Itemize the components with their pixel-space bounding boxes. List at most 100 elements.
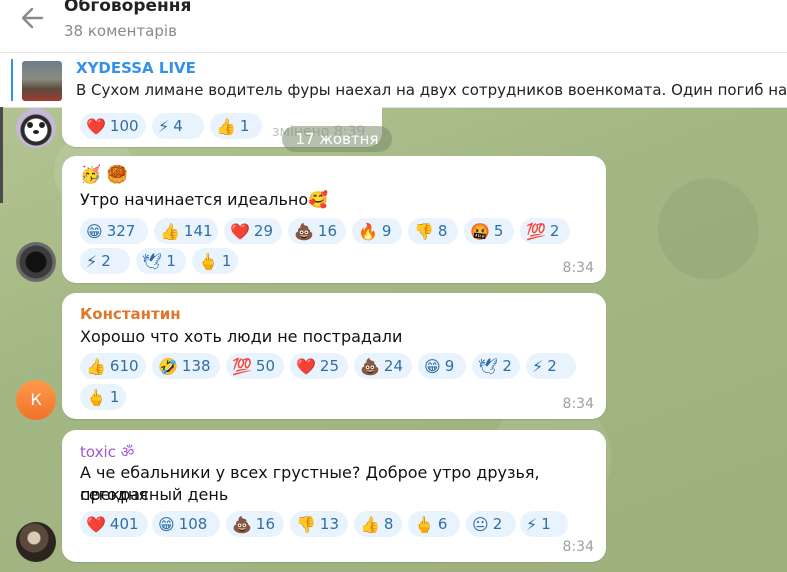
reaction-count: 1 (109, 388, 120, 406)
reaction-chip[interactable]: ❤️ 25 (290, 353, 348, 379)
pinned-thumbnail (22, 61, 62, 101)
reaction-count: 2 (549, 222, 560, 240)
reaction-count: 4 (173, 117, 183, 135)
reaction-chip[interactable]: 👍 610 (80, 353, 146, 379)
reaction-count: 29 (253, 222, 274, 240)
reaction-chip[interactable]: 👎 8 (408, 218, 458, 244)
reaction-count: 8 (383, 515, 394, 533)
pinned-post[interactable]: XYDESSA LIVE В Сухом лимане водитель фур… (0, 53, 787, 108)
reaction-chip[interactable]: 🔥 9 (352, 218, 402, 244)
reaction-count: 327 (106, 222, 136, 240)
message-author[interactable]: toxic ॐ (80, 442, 134, 462)
avatar-dark-user[interactable] (16, 242, 56, 282)
reaction-chip[interactable]: 🖕 1 (80, 384, 126, 410)
reaction-chip[interactable]: 😁 9 (418, 353, 466, 379)
window-edge (0, 107, 3, 203)
reaction-emoji: 🖕 (86, 387, 106, 407)
reaction-emoji: 🔥 (358, 221, 378, 241)
reaction-count: 610 (109, 357, 139, 375)
reaction-emoji: ❤️ (296, 356, 316, 376)
reaction-chip[interactable]: 👎 13 (290, 511, 348, 537)
reaction-emoji: 😁 (424, 356, 441, 376)
reaction-count: 141 (183, 222, 213, 240)
reaction-emoji: 👍 (216, 116, 236, 136)
reaction-emoji: 👍 (360, 514, 380, 534)
reaction-count: 2 (492, 515, 503, 533)
reaction-emoji: 💩 (294, 221, 314, 241)
reaction-emoji: 🤣 (158, 356, 178, 376)
reaction-emoji: 🤬 (470, 221, 490, 241)
message-time: 8:34 (562, 260, 594, 276)
reaction-chip[interactable]: 🤬 5 (464, 218, 514, 244)
reaction-count: 9 (381, 222, 392, 240)
reaction-chip[interactable]: ⚡ 4 (152, 113, 204, 139)
reaction-chip[interactable]: ❤️ 401 (80, 511, 148, 537)
message-text: Хорошо что хоть люди не пострадали (80, 327, 403, 346)
avatar-photo[interactable] (16, 522, 56, 562)
reaction-chip[interactable]: 💩 16 (226, 511, 284, 537)
reaction-emoji: 🖕 (198, 251, 218, 271)
message-time: 8:34 (562, 396, 594, 412)
reaction-count: 1 (166, 252, 176, 270)
reaction-chip[interactable]: ❤️ 29 (224, 218, 282, 244)
reaction-chip[interactable]: 💩 24 (354, 353, 412, 379)
reaction-chip[interactable]: 👍 141 (154, 218, 218, 244)
reaction-chip[interactable]: ⚡ 2 (526, 353, 576, 379)
reaction-chip[interactable]: ❤️ 100 (80, 113, 146, 139)
reaction-emoji: ⚡ (532, 356, 544, 376)
reaction-count: 1 (541, 515, 551, 533)
reaction-emoji: 😁 (158, 514, 175, 534)
reaction-chip[interactable]: 💯 50 (226, 353, 284, 379)
comment-count: 38 коментарів (64, 22, 177, 40)
pinned-source-name: XYDESSA LIVE (76, 59, 196, 77)
reaction-chip[interactable]: 😐 2 (466, 511, 516, 537)
reaction-count: 138 (181, 357, 211, 375)
reaction-count: 16 (317, 222, 338, 240)
reaction-chip[interactable]: 😁 327 (80, 218, 148, 244)
reaction-chip[interactable]: 👍 8 (354, 511, 402, 537)
reaction-emoji: ❤️ (230, 221, 250, 241)
avatar-panda[interactable] (16, 108, 56, 148)
reaction-chip[interactable]: 🖕 1 (192, 248, 238, 274)
avatar-initial: К (30, 390, 42, 409)
reaction-chip[interactable]: 👍 1 (210, 113, 262, 139)
reaction-chip[interactable]: 🖕 6 (408, 511, 460, 537)
reaction-emoji: 🕊 (142, 251, 163, 271)
reaction-chip[interactable]: 💩 16 (288, 218, 346, 244)
reaction-chip[interactable]: 💯 2 (520, 218, 570, 244)
reaction-chip[interactable]: 🕊 1 (136, 248, 186, 274)
message-text-line2: прекрасный день (80, 485, 229, 504)
chat-header: Обговорення 38 коментарів (0, 0, 787, 53)
date-separator: 17 жовтня (282, 126, 392, 152)
reaction-chip[interactable]: 😁 108 (152, 511, 220, 537)
reaction-count: 16 (255, 515, 276, 533)
message-author[interactable]: Константин (80, 305, 181, 323)
reaction-emoji: ❤️ (86, 116, 106, 136)
reaction-count: 1 (239, 117, 250, 135)
reaction-count: 13 (319, 515, 340, 533)
pinned-accent-bar (11, 59, 13, 101)
reaction-emoji: 😐 (472, 514, 489, 534)
reaction-chip[interactable]: ⚡ 2 (80, 248, 130, 274)
reaction-count: 1 (221, 252, 232, 270)
back-button[interactable] (18, 4, 48, 32)
reaction-chip[interactable]: 🤣 138 (152, 353, 220, 379)
avatar-letter[interactable]: К (16, 380, 56, 420)
reaction-count: 108 (178, 515, 208, 533)
reaction-count: 8 (437, 222, 448, 240)
reaction-count: 2 (502, 357, 512, 375)
reaction-count: 401 (109, 515, 139, 533)
reaction-count: 9 (444, 357, 455, 375)
reaction-emoji: 👎 (296, 514, 316, 534)
reaction-count: 6 (437, 515, 448, 533)
message-time: 8:34 (562, 539, 594, 555)
reaction-emoji: ⚡ (158, 116, 170, 136)
reaction-chip[interactable]: 🕊 2 (472, 353, 520, 379)
message-text: Утро начинается идеально🥰 (80, 190, 329, 209)
reaction-emoji: 😁 (86, 221, 103, 241)
reaction-chip[interactable]: ⚡ 1 (520, 511, 568, 537)
reaction-emoji: 🖕 (414, 514, 434, 534)
message-bubble: toxic ॐ А че ебальники у всех грустные? … (62, 430, 606, 562)
reaction-emoji: 🕊 (478, 356, 499, 376)
reaction-emoji: 👍 (160, 221, 180, 241)
